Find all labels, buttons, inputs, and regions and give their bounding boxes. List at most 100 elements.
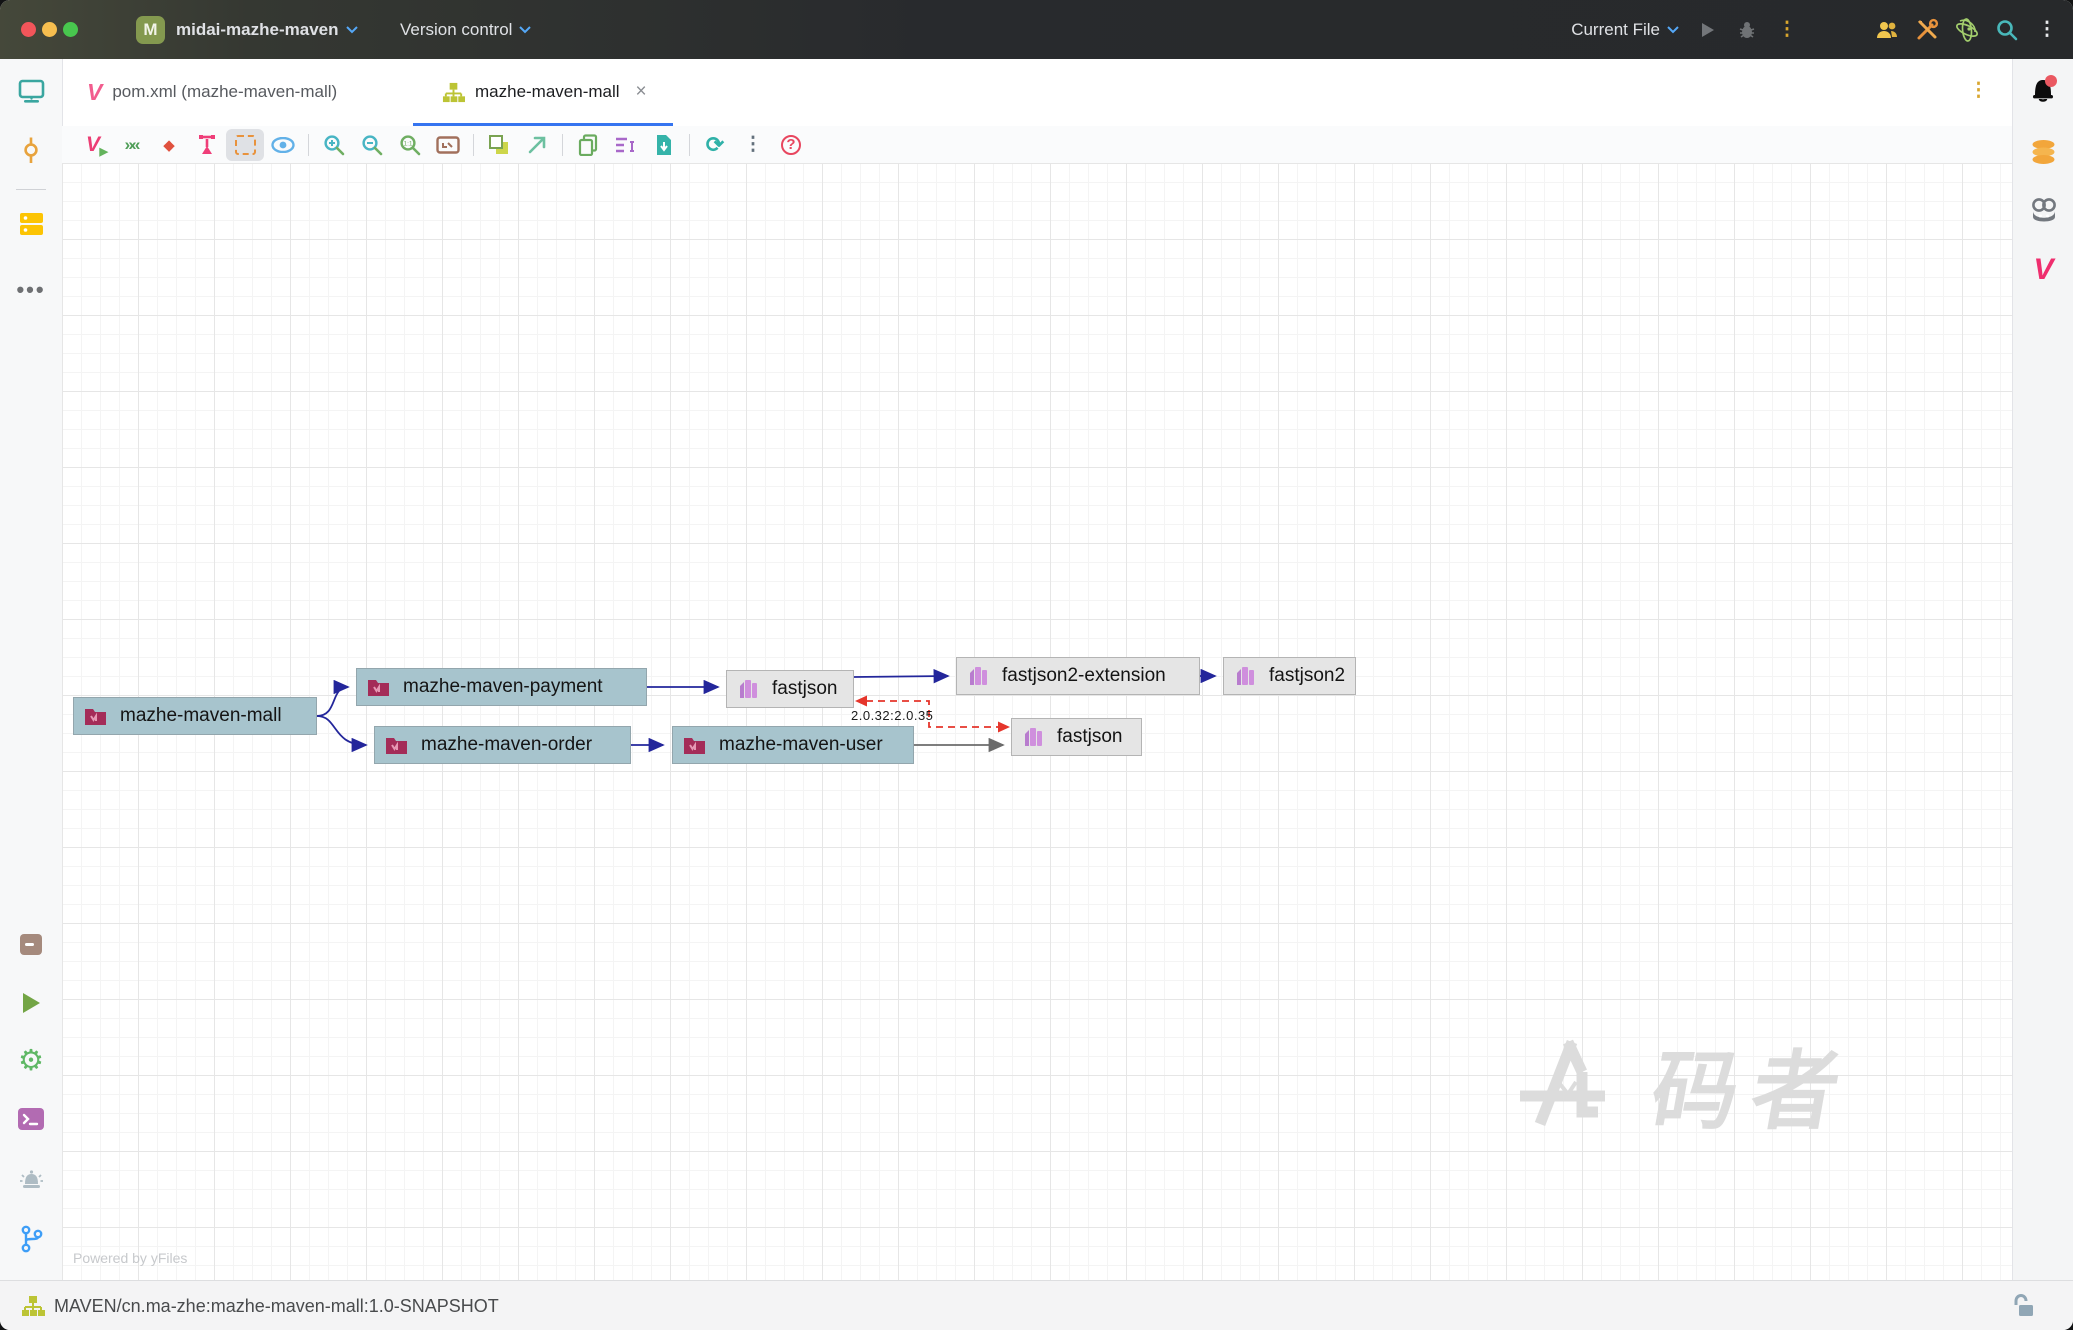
minimize-window-button[interactable] xyxy=(42,22,57,37)
toolwindow-settings-button[interactable]: ⚙ xyxy=(0,1047,62,1076)
statusbar: MAVEN/cn.ma-zhe:mazhe-maven-mall:1.0-SNA… xyxy=(0,1280,2073,1330)
close-icon[interactable]: × xyxy=(636,81,647,103)
project-menu[interactable]: midai-mazhe-maven xyxy=(176,0,358,59)
zoom-reset-icon: 1:1 xyxy=(400,134,421,155)
lock-toggle[interactable] xyxy=(2011,1293,2035,1324)
run-button[interactable] xyxy=(1687,0,1727,59)
maven-reimport-icon: V ▶ xyxy=(85,133,108,158)
toolbar-separator xyxy=(562,133,563,156)
graph-node-mazhe-maven-mall[interactable]: mazhe-maven-mall xyxy=(73,697,317,735)
graph-node-fastjson2[interactable]: fastjson2 xyxy=(1223,657,1356,695)
reset-zoom-button[interactable]: 1:1 xyxy=(391,129,429,161)
graph-node-fastjson2-extension[interactable]: fastjson2-extension xyxy=(956,657,1200,695)
ide-window: M midai-mazhe-maven Version control Curr… xyxy=(0,0,2073,1330)
package-icon xyxy=(20,934,42,955)
plugins-button[interactable] xyxy=(1947,0,1987,59)
toolwindow-commit-button[interactable] xyxy=(0,137,62,164)
maven-module-icon xyxy=(85,709,106,725)
ai-assistant-button[interactable] xyxy=(2013,197,2073,224)
vcs-label: Version control xyxy=(400,19,513,39)
visibility-eye-icon xyxy=(271,136,295,153)
settings-gear-icon: ⚙ xyxy=(18,1045,44,1077)
library-icon xyxy=(740,680,757,698)
node-label: fastjson2-extension xyxy=(1002,665,1166,686)
database-button[interactable] xyxy=(2013,139,2073,165)
alarm-icon xyxy=(19,1170,43,1188)
powered-by-label: Powered by yFiles xyxy=(73,1250,188,1266)
project-name: midai-mazhe-maven xyxy=(176,19,339,39)
zoom-in-button[interactable] xyxy=(315,129,353,161)
search-icon xyxy=(1997,19,2018,40)
refresh-button[interactable]: ⟳ xyxy=(696,129,734,161)
graph-node-fastjson[interactable]: fastjson xyxy=(726,670,854,708)
copy-diagram-button[interactable] xyxy=(569,129,607,161)
export-diagram-button[interactable] xyxy=(645,129,683,161)
run-more-menu[interactable]: ⋮ xyxy=(1767,0,1807,59)
node-label: fastjson xyxy=(772,678,838,699)
tab-module-graph[interactable]: mazhe-maven-mall × xyxy=(442,59,647,125)
chevron-down-icon xyxy=(1667,25,1679,33)
notifications-button[interactable] xyxy=(2013,73,2073,105)
close-window-button[interactable] xyxy=(21,22,36,37)
main-menu-button[interactable]: ⋮ xyxy=(2027,0,2067,59)
toolwindow-problems-button[interactable] xyxy=(0,1167,62,1193)
toolwindow-services-button[interactable] xyxy=(0,211,62,237)
export-file-icon xyxy=(657,134,671,155)
node-label: mazhe-maven-mall xyxy=(120,705,282,726)
toolwindow-run-button[interactable] xyxy=(0,991,62,1015)
help-icon: ? xyxy=(781,134,801,155)
module-graph-icon xyxy=(22,1296,45,1316)
svg-text:1:1: 1:1 xyxy=(403,140,412,147)
edit-properties-button[interactable] xyxy=(607,129,645,161)
debug-button[interactable] xyxy=(1727,0,1767,59)
dependency-analysis-button[interactable]: ◆ xyxy=(150,129,188,161)
toolwindow-git-button[interactable] xyxy=(0,1225,62,1253)
node-label: mazhe-maven-order xyxy=(421,734,593,755)
node-label: fastjson2 xyxy=(1269,665,1346,686)
toolwindow-terminal-button[interactable] xyxy=(0,1107,62,1131)
maximize-window-button[interactable] xyxy=(63,22,78,37)
apply-layout-button[interactable] xyxy=(188,129,226,161)
maven-toolwindow-button[interactable]: V xyxy=(2013,255,2073,285)
toolbar-separator xyxy=(308,133,309,156)
tab-label: pom.xml (mazhe-maven-mall) xyxy=(112,82,338,101)
help-button[interactable]: ? xyxy=(772,129,810,161)
code-with-me-button[interactable] xyxy=(1867,0,1907,59)
vcs-menu[interactable]: Version control xyxy=(400,0,532,59)
show-diagram-popup-button[interactable] xyxy=(480,129,518,161)
toolwindow-dependencies-button[interactable] xyxy=(0,932,62,957)
maven-reimport-button[interactable]: V ▶ xyxy=(74,129,112,161)
graph-node-mazhe-maven-payment[interactable]: mazhe-maven-payment xyxy=(356,668,647,706)
database-icon xyxy=(2032,140,2055,164)
node-label: fastjson xyxy=(1057,726,1123,747)
show-hide-button[interactable] xyxy=(264,129,302,161)
module-graph-icon xyxy=(442,82,465,102)
graph-node-mazhe-maven-user[interactable]: mazhe-maven-user xyxy=(672,726,914,764)
titlebar: M midai-mazhe-maven Version control Curr… xyxy=(0,0,2073,59)
terminal-icon xyxy=(18,1108,44,1130)
tab-label: mazhe-maven-mall xyxy=(475,82,620,101)
watermark-logo-icon xyxy=(1520,1039,1605,1126)
kebab-icon: ⋮ xyxy=(2037,19,2057,40)
diagram-more-button[interactable]: ⋮ xyxy=(734,129,772,161)
run-icon xyxy=(23,993,40,1013)
toolwindow-project-button[interactable] xyxy=(0,79,62,104)
collapse-all-button[interactable]: »« xyxy=(112,129,150,161)
collapse-all-icon: »« xyxy=(124,134,141,154)
run-config-selector[interactable]: Current File xyxy=(1571,0,1679,59)
tab-pom-xml[interactable]: V pom.xml (mazhe-maven-mall) xyxy=(87,59,337,125)
more-toolwindows-button[interactable]: ••• xyxy=(0,277,62,303)
library-icon xyxy=(1237,667,1254,685)
graph-node-fastjson-conflict[interactable]: fastjson xyxy=(1011,718,1142,756)
maven-module-icon xyxy=(368,680,389,696)
fit-content-button[interactable] xyxy=(429,129,467,161)
open-in-new-button[interactable] xyxy=(518,129,556,161)
graph-node-mazhe-maven-order[interactable]: mazhe-maven-order xyxy=(374,726,631,764)
more-kebab-icon: ⋮ xyxy=(743,134,763,155)
search-everywhere-button[interactable] xyxy=(1987,0,2027,59)
build-tools-button[interactable] xyxy=(1907,0,1947,59)
zoom-out-button[interactable] xyxy=(353,129,391,161)
status-module-info[interactable]: MAVEN/cn.ma-zhe:mazhe-maven-mall:1.0-SNA… xyxy=(21,1281,499,1330)
snap-to-grid-button[interactable] xyxy=(226,128,264,161)
tabbar-more-kebab-icon[interactable]: ⋮ xyxy=(1969,81,1988,100)
